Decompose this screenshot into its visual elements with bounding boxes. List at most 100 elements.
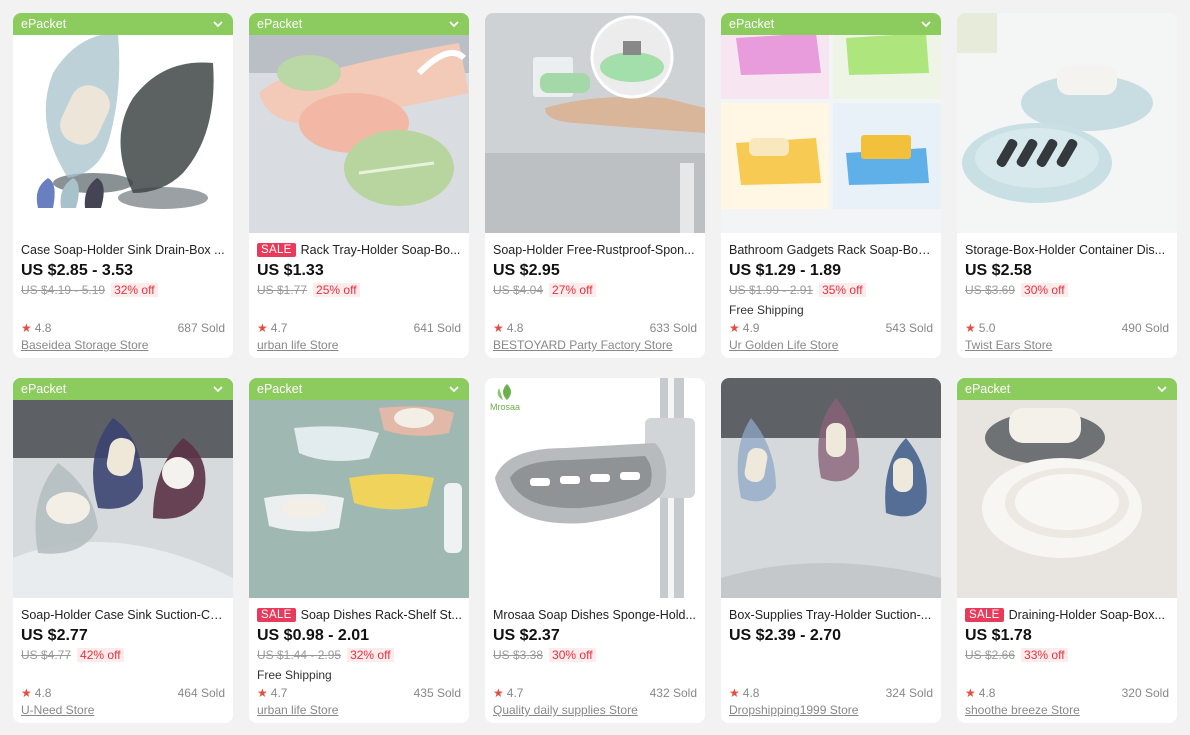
- store-link[interactable]: Ur Golden Life Store: [729, 338, 838, 352]
- chevron-down-icon[interactable]: [447, 17, 461, 31]
- product-card[interactable]: Mrosaa Mrosaa Soap Dishes Sponge-Hold... U…: [485, 378, 705, 723]
- product-price: US $1.78: [965, 627, 1032, 644]
- rating-value: 4.8: [742, 686, 760, 700]
- epacket-badge[interactable]: ePacket: [249, 378, 469, 400]
- rating-sold-row: ★ 4.8 633 Sold: [493, 321, 697, 335]
- rating-value: 4.8: [34, 321, 52, 335]
- chevron-down-icon[interactable]: [1155, 382, 1169, 396]
- rating-sold-row: ★ 4.8 464 Sold: [21, 686, 225, 700]
- chevron-down-icon[interactable]: [211, 382, 225, 396]
- product-title[interactable]: Storage-Box-Holder Container Dis...: [965, 243, 1165, 257]
- epacket-badge[interactable]: ePacket: [13, 378, 233, 400]
- product-title-row[interactable]: Soap-Holder Case Sink Suction-Cu...: [21, 606, 226, 624]
- product-image[interactable]: [13, 378, 233, 598]
- star-icon: ★: [257, 321, 268, 335]
- product-title-row[interactable]: SALE Rack Tray-Holder Soap-Bo...: [257, 241, 462, 259]
- product-card[interactable]: Storage-Box-Holder Container Dis... US $2…: [957, 13, 1177, 358]
- discount-row: US $4.04 27% off: [493, 283, 596, 297]
- sold-count: 324 Sold: [885, 686, 933, 700]
- store-link[interactable]: urban life Store: [257, 703, 338, 717]
- product-image[interactable]: [957, 13, 1177, 233]
- product-title-row[interactable]: Soap-Holder Free-Rustproof-Spon...: [493, 241, 698, 259]
- store-link[interactable]: Baseidea Storage Store: [21, 338, 148, 352]
- product-image[interactable]: [721, 13, 941, 233]
- discount-percent: 30% off: [1021, 283, 1068, 297]
- rating-sold-row: ★ 5.0 490 Sold: [965, 321, 1169, 335]
- product-card[interactable]: ePacket Soap-Holder Case Sink Suction-Cu…: [13, 378, 233, 723]
- epacket-badge[interactable]: ePacket: [957, 378, 1177, 400]
- original-price: US $3.38: [493, 648, 544, 662]
- star-icon: ★: [493, 686, 504, 700]
- store-link[interactable]: Dropshipping1999 Store: [729, 703, 858, 717]
- product-card[interactable]: ePacket SALE Draining-Holder Soap-Box... U…: [957, 378, 1177, 723]
- product-title[interactable]: Soap Dishes Rack-Shelf St...: [301, 608, 462, 622]
- sale-badge: SALE: [257, 243, 296, 257]
- product-image[interactable]: [721, 378, 941, 598]
- product-title[interactable]: Mrosaa Soap Dishes Sponge-Hold...: [493, 608, 696, 622]
- product-title-row[interactable]: Bathroom Gadgets Rack Soap-Box ...: [729, 241, 934, 259]
- store-link[interactable]: Twist Ears Store: [965, 338, 1052, 352]
- star-icon: ★: [493, 321, 504, 335]
- product-title[interactable]: Rack Tray-Holder Soap-Bo...: [301, 243, 461, 257]
- free-shipping-label: Free Shipping: [729, 303, 804, 317]
- sold-count: 432 Sold: [649, 686, 697, 700]
- store-link[interactable]: BESTOYARD Party Factory Store: [493, 338, 673, 352]
- product-title[interactable]: Box-Supplies Tray-Holder Suction-...: [729, 608, 931, 622]
- product-card[interactable]: ePacket SALE Soap Dishes Rack-Shelf St...…: [249, 378, 469, 723]
- store-link[interactable]: Quality daily supplies Store: [493, 703, 638, 717]
- product-title-row[interactable]: Storage-Box-Holder Container Dis...: [965, 241, 1170, 259]
- product-title[interactable]: Bathroom Gadgets Rack Soap-Box ...: [729, 243, 934, 257]
- star-icon: ★: [729, 686, 740, 700]
- product-title-row[interactable]: SALE Draining-Holder Soap-Box...: [965, 606, 1170, 624]
- epacket-badge[interactable]: ePacket: [249, 13, 469, 35]
- discount-row: US $3.38 30% off: [493, 648, 596, 662]
- discount-percent: 27% off: [549, 283, 596, 297]
- product-image[interactable]: [957, 378, 1177, 598]
- epacket-badge[interactable]: ePacket: [721, 13, 941, 35]
- discount-row: US $1.77 25% off: [257, 283, 360, 297]
- product-card[interactable]: ePacket SALE Rack Tray-Holder Soap-Bo... U…: [249, 13, 469, 358]
- product-card[interactable]: Soap-Holder Free-Rustproof-Spon... US $2.…: [485, 13, 705, 358]
- rating-value: 4.8: [978, 686, 996, 700]
- rating-sold-row: ★ 4.7 435 Sold: [257, 686, 461, 700]
- product-title[interactable]: Soap-Holder Free-Rustproof-Spon...: [493, 243, 694, 257]
- discount-percent: 42% off: [77, 648, 124, 662]
- product-title[interactable]: Case Soap-Holder Sink Drain-Box ...: [21, 243, 225, 257]
- product-price: US $2.39 - 2.70: [729, 627, 842, 644]
- product-title-row[interactable]: Case Soap-Holder Sink Drain-Box ...: [21, 241, 226, 259]
- chevron-down-icon[interactable]: [211, 17, 225, 31]
- store-link[interactable]: urban life Store: [257, 338, 338, 352]
- epacket-badge[interactable]: ePacket: [13, 13, 233, 35]
- store-link[interactable]: U-Need Store: [21, 703, 94, 717]
- product-title-row[interactable]: SALE Soap Dishes Rack-Shelf St...: [257, 606, 462, 624]
- epacket-label: ePacket: [21, 382, 67, 396]
- star-icon: ★: [729, 321, 740, 335]
- product-title[interactable]: Draining-Holder Soap-Box...: [1009, 608, 1165, 622]
- product-price: US $2.77: [21, 627, 88, 644]
- discount-row: US $2.66 33% off: [965, 648, 1068, 662]
- product-price: US $2.95: [493, 262, 560, 279]
- product-card[interactable]: Box-Supplies Tray-Holder Suction-... US $…: [721, 378, 941, 723]
- product-price: US $2.85 - 3.53: [21, 262, 134, 279]
- product-card[interactable]: ePacket Bathroom Gadgets Rack Soap-Box .…: [721, 13, 941, 358]
- product-image[interactable]: [249, 13, 469, 233]
- product-title-row[interactable]: Box-Supplies Tray-Holder Suction-...: [729, 606, 934, 624]
- product-title[interactable]: Soap-Holder Case Sink Suction-Cu...: [21, 608, 226, 622]
- chevron-down-icon[interactable]: [919, 17, 933, 31]
- sold-count: 490 Sold: [1121, 321, 1169, 335]
- product-price: US $1.29 - 1.89: [729, 262, 842, 279]
- product-title-row[interactable]: Mrosaa Soap Dishes Sponge-Hold...: [493, 606, 698, 624]
- product-image[interactable]: [13, 13, 233, 233]
- star-icon: ★: [965, 321, 976, 335]
- chevron-down-icon[interactable]: [447, 382, 461, 396]
- discount-percent: 25% off: [313, 283, 360, 297]
- discount-row: US $4.19 - 5.19 32% off: [21, 283, 158, 297]
- sold-count: 464 Sold: [177, 686, 225, 700]
- product-image[interactable]: [249, 378, 469, 598]
- product-card[interactable]: ePacket Case Soap-Holder Sink Drain-Box …: [13, 13, 233, 358]
- rating-sold-row: ★ 4.8 687 Sold: [21, 321, 225, 335]
- store-link[interactable]: shoothe breeze Store: [965, 703, 1080, 717]
- epacket-label: ePacket: [965, 382, 1011, 396]
- product-price: US $2.37: [493, 627, 560, 644]
- product-image[interactable]: [485, 13, 705, 233]
